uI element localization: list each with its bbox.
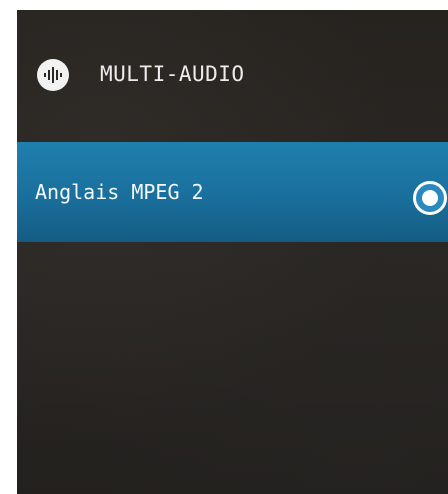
panel-header: MULTI-AUDIO: [17, 10, 448, 142]
audio-option-anglais-mpeg-2[interactable]: Anglais MPEG 2: [17, 142, 448, 242]
radio-selected-icon[interactable]: [413, 181, 448, 215]
radio-dot: [422, 190, 438, 206]
audio-option-label: Anglais MPEG 2: [35, 180, 204, 204]
audio-waveform-icon: [37, 59, 69, 91]
multi-audio-panel: MULTI-AUDIO Anglais MPEG 2: [17, 10, 448, 494]
page-title: MULTI-AUDIO: [100, 62, 245, 86]
waveform-glyph: [44, 67, 62, 83]
